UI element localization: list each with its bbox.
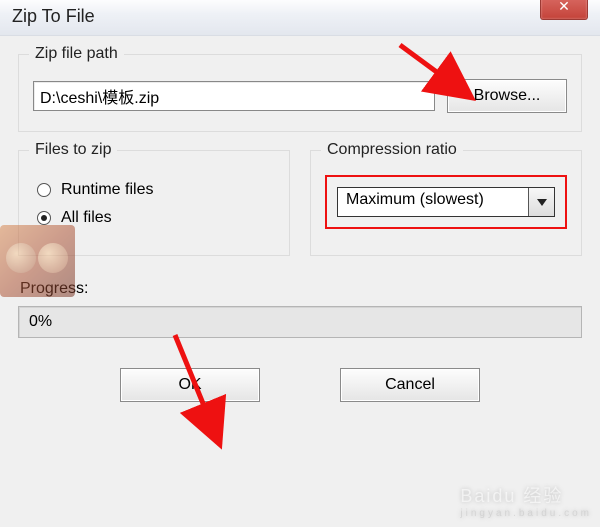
title-bar: Zip To File ✕ [0,0,600,36]
radio-runtime-files[interactable]: Runtime files [37,181,271,199]
chevron-down-icon [537,199,547,206]
watermark: Baidu 经验 jingyan.baidu.com [460,482,592,519]
group-legend: Files to zip [29,141,117,159]
dialog-body: Zip file path Browse... Files to zip Run… [0,36,600,402]
radio-icon [37,183,51,197]
group-compression-ratio: Compression ratio Maximum (slowest) [310,150,582,256]
close-icon: ✕ [558,0,570,14]
group-legend: Zip file path [29,45,124,63]
ok-button[interactable]: OK [120,368,260,402]
dropdown-button[interactable] [528,188,554,216]
progress-bar: 0% [18,306,582,338]
group-legend: Compression ratio [321,141,463,159]
browse-button[interactable]: Browse... [447,79,567,113]
progress-label: Progress: [20,280,582,298]
radio-label: Runtime files [61,181,153,199]
progress-text: 0% [29,313,52,331]
compression-dropdown[interactable]: Maximum (slowest) [337,187,555,217]
group-zip-file-path: Zip file path Browse... [18,54,582,132]
window-title: Zip To File [12,6,95,26]
watermark-url: jingyan.baidu.com [460,508,592,519]
watermark-brand: Baidu 经验 [460,486,563,506]
radio-icon [37,211,51,225]
highlight-box: Maximum (slowest) [325,175,567,229]
dropdown-value: Maximum (slowest) [338,188,528,216]
close-button[interactable]: ✕ [540,0,588,20]
cancel-button[interactable]: Cancel [340,368,480,402]
zip-path-input[interactable] [33,81,435,111]
decorative-avatar-overlay [0,225,75,297]
